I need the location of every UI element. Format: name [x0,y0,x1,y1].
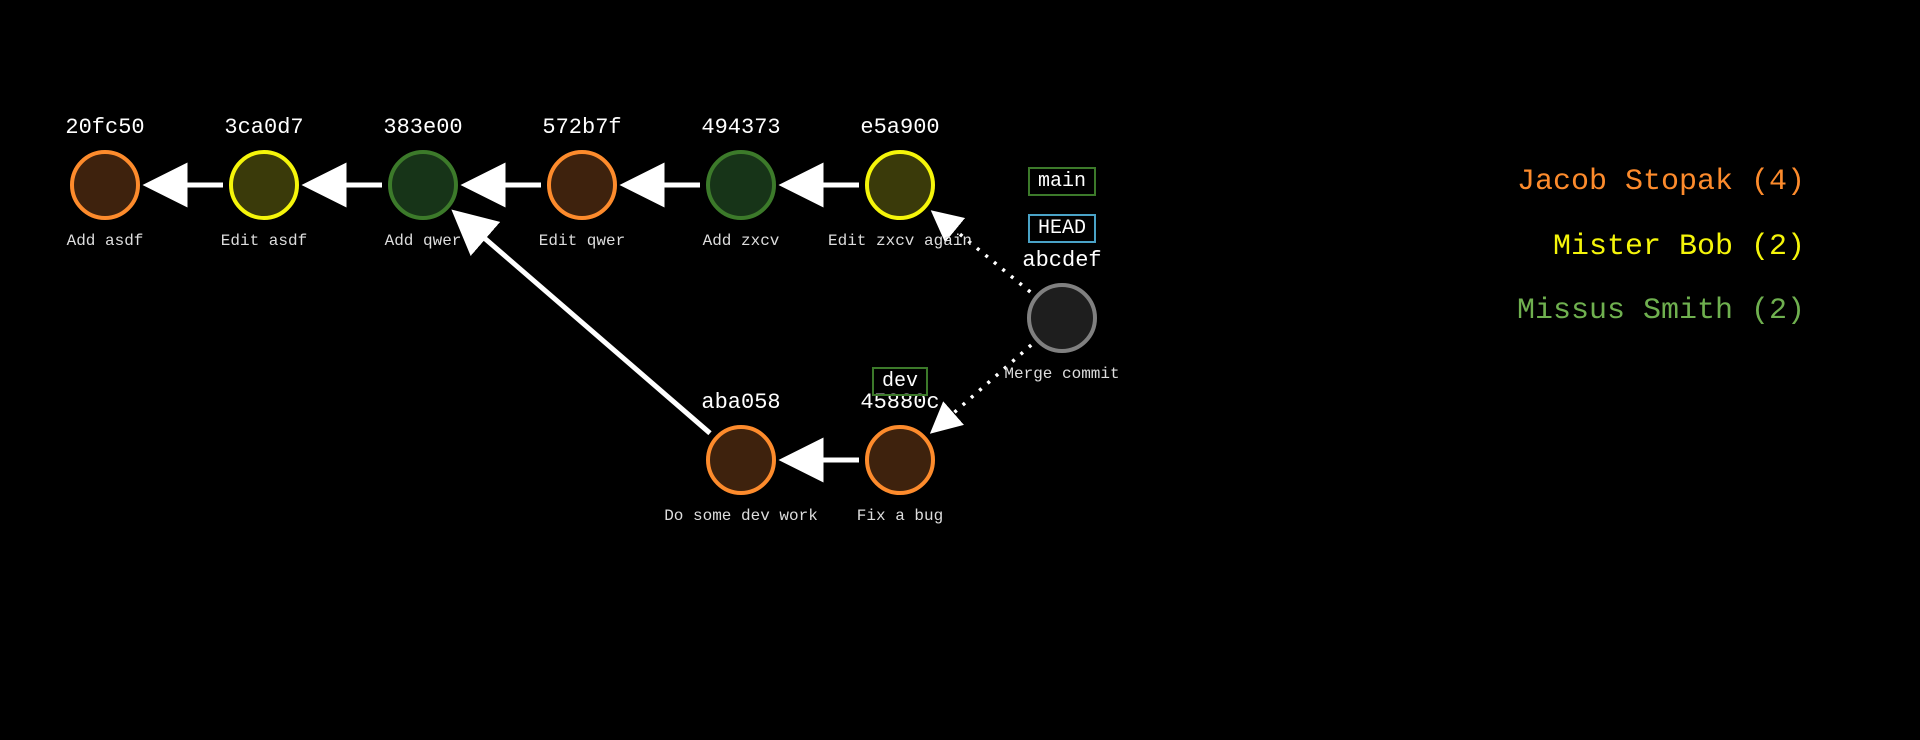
commit-hash: 3ca0d7 [224,115,303,140]
commit-message: Edit asdf [221,232,307,250]
commit-node-aba058 [706,425,776,495]
commit-message: Edit zxcv again [828,232,972,250]
commit-hash: aba058 [701,390,780,415]
commit-message: Do some dev work [664,507,818,525]
legend-entry: Jacob Stopak (4) [1517,150,1805,215]
commit-node-494373 [706,150,776,220]
commit-message: Fix a bug [857,507,943,525]
commit-hash: abcdef [1022,248,1101,273]
ref-head: HEAD [1028,214,1096,243]
commit-hash: 383e00 [383,115,462,140]
commit-node-383e00 [388,150,458,220]
commit-node-3ca0d7 [229,150,299,220]
commit-hash: e5a900 [860,115,939,140]
legend-entry: Mister Bob (2) [1517,215,1805,280]
edge-dotted [934,345,1031,430]
commit-message: Edit qwer [539,232,625,250]
git-graph: Jacob Stopak (4)Mister Bob (2)Missus Smi… [0,0,1920,740]
commit-message: Merge commit [1004,365,1119,383]
commit-hash: 20fc50 [65,115,144,140]
edges-layer [0,0,1920,740]
commit-message: Add zxcv [703,232,780,250]
commit-hash: 494373 [701,115,780,140]
author-legend: Jacob Stopak (4)Mister Bob (2)Missus Smi… [1517,150,1805,344]
commit-hash: 572b7f [542,115,621,140]
commit-node-abcdef [1027,283,1097,353]
commit-node-20fc50 [70,150,140,220]
commit-node-572b7f [547,150,617,220]
commit-message: Add qwer [385,232,462,250]
edge-dotted [935,214,1031,292]
commit-node-45880c [865,425,935,495]
legend-entry: Missus Smith (2) [1517,279,1805,344]
ref-dev: dev [872,367,928,396]
commit-message: Add asdf [67,232,144,250]
ref-main: main [1028,167,1096,196]
commit-node-e5a900 [865,150,935,220]
